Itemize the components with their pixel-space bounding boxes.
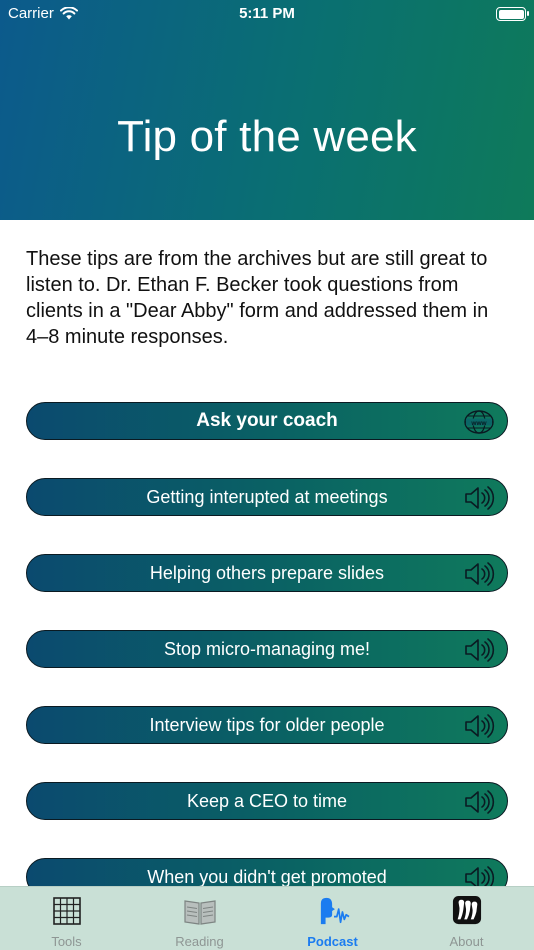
ask-your-coach-button[interactable]: Ask your coach www [26, 402, 508, 440]
grid-icon [53, 897, 81, 925]
speaker-icon [465, 790, 495, 814]
tab-bar: Tools Reading Podcast About [0, 886, 534, 950]
status-bar: Carrier 5:11 PM [0, 0, 534, 28]
header: Carrier 5:11 PM Tip of the week [0, 0, 534, 220]
speaker-icon [465, 562, 495, 586]
tip-button-interrupted-meetings[interactable]: Getting interupted at meetings [26, 478, 508, 516]
speaker-icon [465, 638, 495, 662]
tip-label: Getting interupted at meetings [146, 486, 388, 507]
svg-text:www: www [470, 420, 487, 427]
tip-label: Stop micro-managing me! [163, 638, 371, 659]
speaker-icon [465, 486, 495, 510]
status-time: 5:11 PM [239, 5, 295, 22]
tip-button-ceo-time[interactable]: Keep a CEO to time [26, 782, 508, 820]
podcast-icon [320, 897, 350, 925]
tab-label: Podcast [307, 934, 358, 949]
tip-label: Helping others prepare slides [149, 562, 385, 583]
intro-text: These tips are from the archives but are… [26, 248, 489, 348]
tab-label: Reading [175, 934, 224, 949]
tip-label: Ask your coach [196, 410, 338, 431]
battery-icon [496, 7, 529, 21]
tip-label: Interview tips for older people [149, 714, 385, 735]
tab-label: About [449, 934, 484, 949]
tip-label: Keep a CEO to time [186, 790, 348, 811]
tab-tools[interactable]: Tools [0, 887, 133, 950]
tip-button-preparing-slides[interactable]: Helping others prepare slides [26, 554, 508, 592]
book-icon [184, 900, 216, 925]
tip-label: When you didn't get promoted [147, 866, 387, 887]
about-icon [452, 895, 482, 925]
tab-reading[interactable]: Reading [133, 887, 266, 950]
speaker-icon [465, 714, 495, 738]
tab-about[interactable]: About [400, 887, 533, 950]
tip-button-interview-tips[interactable]: Interview tips for older people [26, 706, 508, 744]
www-globe-icon: www [464, 410, 494, 434]
tab-podcast[interactable]: Podcast [266, 887, 399, 950]
page-title: Tip of the week [117, 112, 417, 161]
tab-label: Tools [51, 934, 82, 949]
tip-button-micro-managing[interactable]: Stop micro-managing me! [26, 630, 508, 668]
